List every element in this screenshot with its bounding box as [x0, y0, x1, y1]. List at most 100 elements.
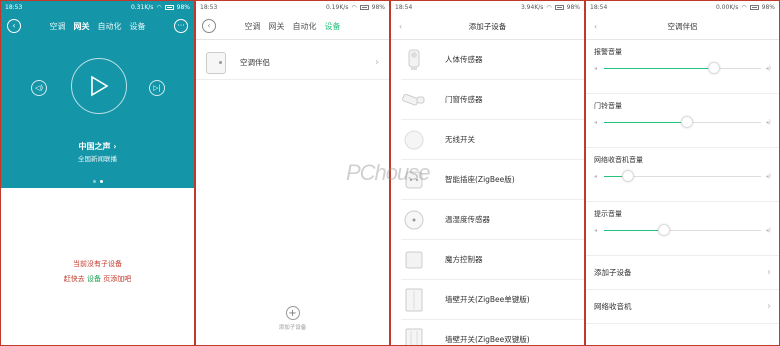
temp-humidity-sensor-icon — [401, 207, 427, 233]
next-track-icon: ▷| — [153, 84, 161, 92]
speaker-icon: ◁) — [34, 84, 44, 92]
play-icon — [91, 75, 109, 97]
station-name[interactable]: 中国之声 › — [1, 141, 194, 152]
menu-label: 网络收音机 — [594, 302, 632, 311]
volume-setting: 网络收音机音量 ◂ ◂) — [586, 148, 779, 202]
tab-gateway[interactable]: 网关 — [269, 21, 285, 32]
subdevice-list: 人体传感器 门窗传感器 无线开关 智能插座(ZigBee版) 温湿度传感器 魔方… — [391, 40, 584, 345]
tab-aircon[interactable]: 空调 — [245, 21, 261, 32]
wall-switch-single-icon — [401, 287, 427, 313]
title-bar: ‹ 添加子设备 — [391, 13, 584, 39]
slider-knob[interactable] — [681, 115, 694, 128]
volume-label: 提示音量 — [594, 210, 622, 218]
battery-level: 98% — [566, 3, 580, 11]
cube-controller-icon — [401, 247, 427, 273]
gateway-screen: 18:53 0.31K/s ◠ 98% ‹ 空调 网关 自动化 设备 ··· ◁… — [0, 0, 195, 346]
more-button[interactable]: ··· — [174, 19, 188, 33]
page-dot — [92, 180, 96, 183]
volume-slider[interactable]: ◂ ◂) — [594, 169, 771, 182]
radio-player: ◁) ▷| — [1, 43, 194, 133]
item-label: 墙壁开关(ZigBee双键版) — [445, 335, 530, 344]
volume-slider[interactable]: ◂ ◂) — [594, 223, 771, 236]
tab-automation[interactable]: 自动化 — [98, 21, 122, 32]
more-dots-icon: ··· — [177, 21, 185, 30]
slider-knob[interactable] — [657, 223, 670, 236]
volume-high-icon: ◂) — [765, 226, 771, 234]
radio-header: 18:53 0.31K/s ◠ 98% ‹ 空调 网关 自动化 设备 ··· ◁… — [1, 1, 194, 188]
chevron-right-icon: › — [375, 57, 379, 68]
battery-icon — [749, 4, 759, 10]
add-subdevice-label: 添加子设备 — [278, 325, 307, 331]
wifi-icon: ◠ — [156, 3, 162, 11]
volume-high-icon: ◂) — [765, 64, 771, 72]
add-subdevice-button[interactable]: + 添加子设备 — [196, 306, 389, 331]
battery-icon — [359, 4, 369, 10]
back-button[interactable]: ‹ — [594, 22, 597, 31]
page-dot-active — [99, 180, 103, 183]
empty-state: 当前没有子设备 赶快去 设备 页添加吧 — [1, 257, 194, 287]
wall-switch-double-icon — [401, 327, 427, 345]
chevron-right-icon: › — [767, 301, 771, 312]
wifi-icon: ◠ — [351, 3, 357, 11]
volume-slider[interactable]: ◂ ◂) — [594, 61, 771, 74]
tab-gateway[interactable]: 网关 — [74, 21, 90, 32]
battery-level: 98% — [761, 3, 775, 11]
aircon-companion-settings-screen: 18:54 0.00K/s ◠ 98% ‹ 空调伴侣 报警音量 ◂ ◂) 门铃音… — [585, 0, 780, 346]
internet-radio-row[interactable]: 网络收音机 › — [586, 290, 779, 324]
slider-knob[interactable] — [621, 169, 634, 182]
volume-button[interactable]: ◁) — [31, 80, 47, 96]
play-button[interactable] — [71, 58, 127, 114]
list-item[interactable]: 无线开关 — [401, 120, 584, 160]
next-button[interactable]: ▷| — [149, 80, 165, 96]
menu-label: 添加子设备 — [594, 268, 632, 277]
status-time: 18:53 — [200, 3, 218, 11]
list-item[interactable]: 墙壁开关(ZigBee双键版) — [401, 320, 584, 345]
add-subdevice-row[interactable]: 添加子设备 › — [586, 256, 779, 290]
list-item[interactable]: 魔方控制器 — [401, 240, 584, 280]
volume-label: 报警音量 — [594, 48, 622, 56]
tab-devices[interactable]: 设备 — [130, 21, 146, 32]
page-indicator — [1, 180, 194, 183]
devices-link[interactable]: 设备 — [87, 275, 101, 283]
list-item[interactable]: 门窗传感器 — [401, 80, 584, 120]
back-button[interactable]: ‹ — [399, 22, 402, 31]
empty-hint-text-end: 页添加吧 — [103, 275, 132, 283]
item-label: 魔方控制器 — [445, 255, 483, 264]
aircon-companion-icon — [206, 51, 226, 74]
tab-automation[interactable]: 自动化 — [293, 21, 317, 32]
volume-low-icon: ◂ — [594, 64, 598, 72]
item-label: 人体传感器 — [445, 55, 483, 64]
list-item[interactable]: 墙壁开关(ZigBee单键版) — [401, 280, 584, 320]
volume-slider[interactable]: ◂ ◂) — [594, 115, 771, 128]
volume-setting: 门铃音量 ◂ ◂) — [586, 94, 779, 148]
volume-high-icon: ◂) — [765, 118, 771, 126]
tab-devices[interactable]: 设备 — [325, 21, 341, 32]
list-item[interactable]: 人体传感器 — [401, 40, 584, 80]
wifi-icon: ◠ — [546, 3, 552, 11]
top-nav: ‹ 空调 网关 自动化 设备 ··· — [1, 13, 194, 39]
tab-bar: 空调 网关 自动化 设备 — [1, 21, 194, 32]
volume-high-icon: ◂) — [765, 172, 771, 180]
volume-setting: 报警音量 ◂ ◂) — [586, 40, 779, 94]
volume-setting: 提示音量 ◂ ◂) — [586, 202, 779, 256]
volume-low-icon: ◂ — [594, 172, 598, 180]
wifi-icon: ◠ — [741, 3, 747, 11]
status-bar: 18:54 3.94K/s ◠ 98% — [391, 1, 584, 13]
volume-low-icon: ◂ — [594, 226, 598, 234]
device-row-aircon-companion[interactable]: 空调伴侣 › — [196, 46, 389, 80]
tab-aircon[interactable]: 空调 — [50, 21, 66, 32]
item-label: 温湿度传感器 — [445, 215, 490, 224]
item-label: 无线开关 — [445, 135, 475, 144]
top-nav: ‹ 空调 网关 自动化 设备 — [196, 13, 389, 39]
battery-icon — [554, 4, 564, 10]
wireless-switch-icon — [401, 127, 427, 153]
watermark-logo: PChouse — [346, 160, 431, 185]
status-time: 18:53 — [5, 3, 23, 11]
battery-level: 98% — [176, 3, 190, 11]
battery-icon — [164, 4, 174, 10]
list-item[interactable]: 温湿度传感器 — [401, 200, 584, 240]
status-bar: 18:54 0.00K/s ◠ 98% — [586, 1, 779, 13]
slider-knob[interactable] — [707, 61, 720, 74]
item-label: 墙壁开关(ZigBee单键版) — [445, 295, 530, 304]
volume-label: 门铃音量 — [594, 102, 622, 110]
